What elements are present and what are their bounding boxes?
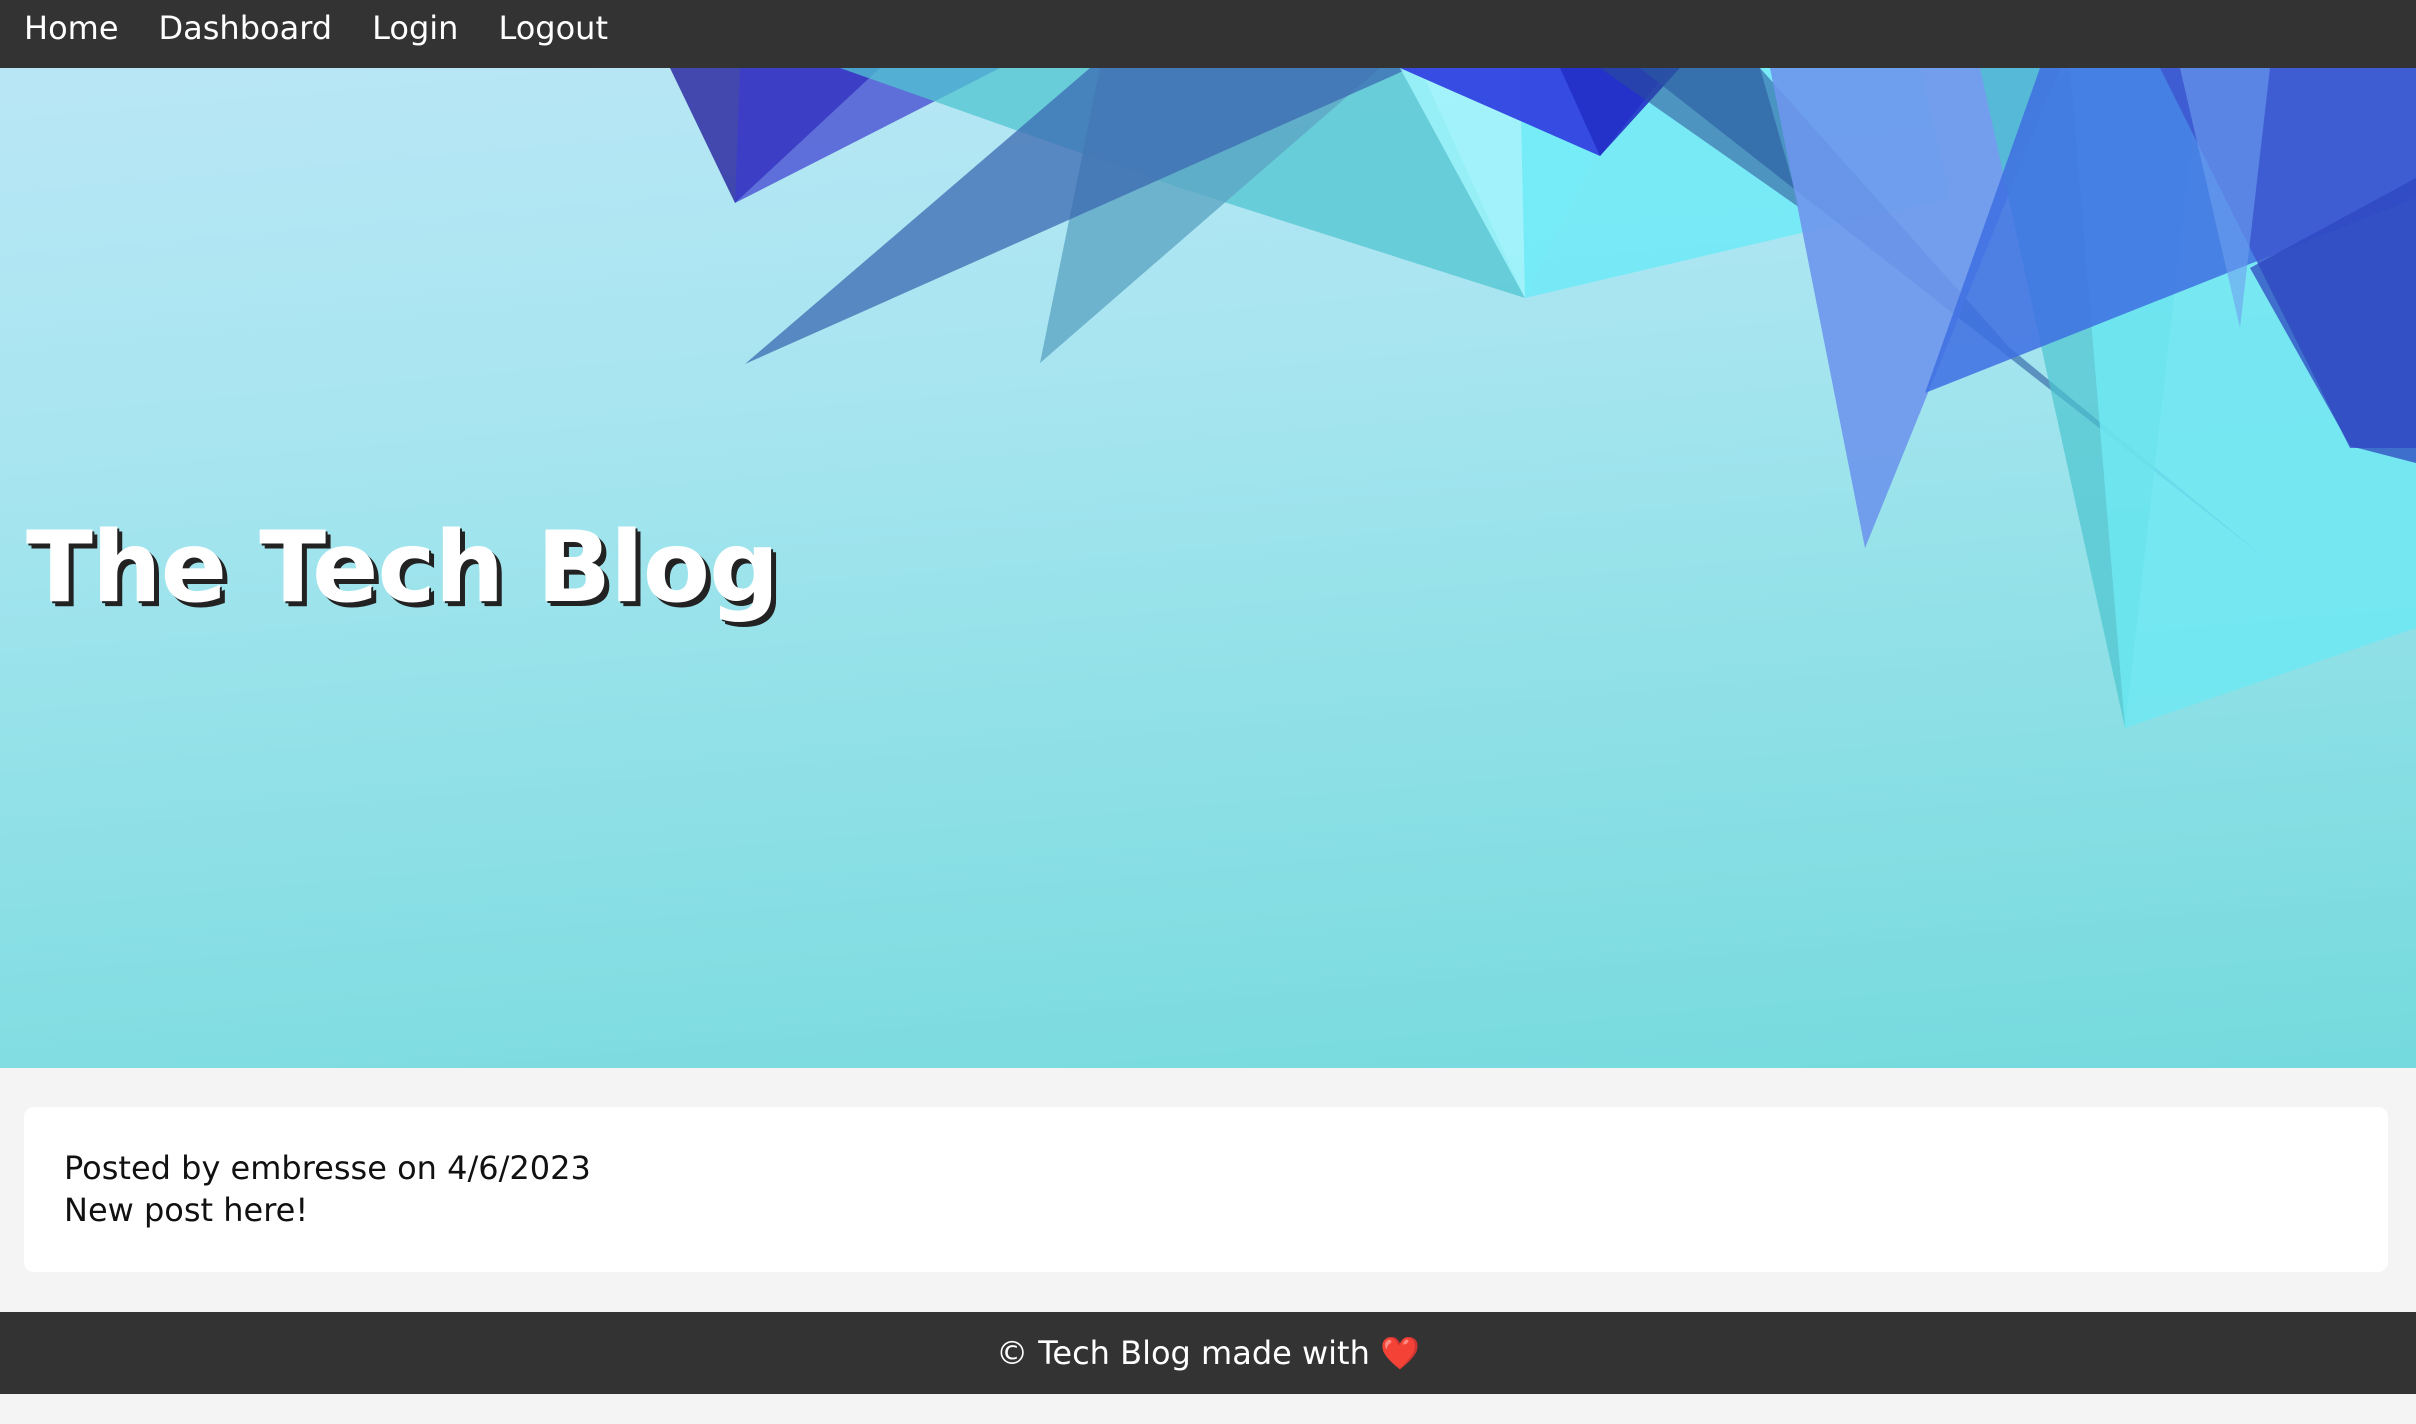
nav-link-home[interactable]: Home (0, 0, 135, 56)
nav-link-login[interactable]: Login (348, 0, 474, 56)
footer-text: © Tech Blog made with (996, 1334, 1370, 1372)
post-card[interactable]: Posted by embresse on 4/6/2023 New post … (24, 1107, 2388, 1272)
nav-link-dashboard[interactable]: Dashboard (135, 0, 349, 56)
post-content: New post here! (64, 1191, 309, 1229)
nav-link-logout[interactable]: Logout (474, 0, 624, 56)
page-footer: © Tech Blog made with ❤️ (0, 1312, 2416, 1394)
top-navigation: Home Dashboard Login Logout (0, 0, 2416, 68)
site-title: The Tech Blog (26, 511, 779, 625)
post-meta: Posted by embresse on 4/6/2023 (64, 1149, 591, 1187)
hero-banner: The Tech Blog (0, 68, 2416, 1068)
footer-text-container: © Tech Blog made with ❤️ (996, 1334, 1420, 1372)
heart-icon: ❤️ (1380, 1334, 1420, 1372)
